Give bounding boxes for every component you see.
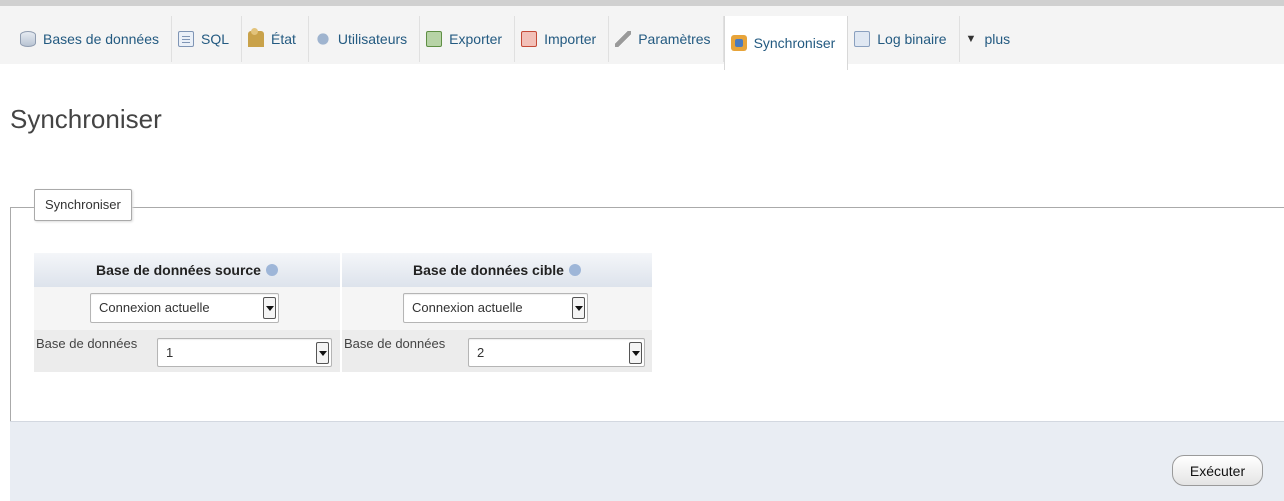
target-database-select[interactable]: 2 xyxy=(468,338,645,367)
help-icon[interactable] xyxy=(265,264,278,276)
source-connection-select[interactable]: Connexion actuelle xyxy=(90,293,279,323)
source-database-select[interactable]: 1 xyxy=(157,338,332,367)
chevron-down-icon[interactable] xyxy=(629,342,642,364)
target-header-label: Base de données cible xyxy=(413,262,564,278)
source-database-header: Base de données source xyxy=(34,253,342,287)
tab-more[interactable]: ▼ plus xyxy=(960,16,1023,62)
tab-export[interactable]: Exporter xyxy=(420,16,516,62)
status-icon xyxy=(248,28,264,47)
tab-settings[interactable]: Paramètres xyxy=(609,16,724,62)
triangle-down-icon: ▼ xyxy=(965,33,977,45)
tab-status[interactable]: État xyxy=(242,16,309,62)
tab-databases[interactable]: Bases de données xyxy=(14,16,172,62)
tab-users-label: Utilisateurs xyxy=(337,31,408,47)
tab-synchronize-label: Synchroniser xyxy=(753,35,836,51)
source-database-cell: Base de données 1 xyxy=(34,330,342,372)
target-database-cell: Base de données 2 xyxy=(342,330,654,372)
tab-more-label: plus xyxy=(984,31,1011,47)
target-database-value: 2 xyxy=(477,345,485,360)
users-icon xyxy=(317,33,329,45)
source-connection-value: Connexion actuelle xyxy=(99,300,210,315)
target-connection-select[interactable]: Connexion actuelle xyxy=(403,293,588,323)
help-icon[interactable] xyxy=(568,264,581,276)
chevron-down-icon[interactable] xyxy=(316,342,329,364)
wrench-icon xyxy=(615,31,632,47)
target-database-header: Base de données cible xyxy=(342,253,654,287)
source-header-label: Base de données source xyxy=(96,262,261,278)
sync-form-table: Base de données source Base de données c… xyxy=(34,253,654,372)
tab-status-label: État xyxy=(271,31,296,47)
tab-users[interactable]: Utilisateurs xyxy=(309,16,421,62)
chevron-down-icon[interactable] xyxy=(572,297,585,319)
form-actions-bar xyxy=(10,421,1284,501)
tab-binary-log-label: Log binaire xyxy=(877,31,947,47)
tab-export-label: Exporter xyxy=(449,31,503,47)
chevron-down-icon[interactable] xyxy=(263,297,276,319)
source-connection-cell: Connexion actuelle xyxy=(34,287,342,330)
tab-import-label: Importer xyxy=(544,31,597,47)
execute-button[interactable]: Exécuter xyxy=(1172,455,1263,486)
tab-databases-label: Bases de données xyxy=(43,31,159,47)
tab-synchronize[interactable]: Synchroniser xyxy=(723,16,849,70)
target-connection-cell: Connexion actuelle xyxy=(342,287,654,330)
import-icon xyxy=(521,31,538,47)
tab-import[interactable]: Importer xyxy=(515,16,610,62)
server-tabs: Bases de données SQL État Utilisateurs E… xyxy=(14,16,1022,70)
database-icon xyxy=(20,31,36,47)
top-navigation-bar: Bases de données SQL État Utilisateurs E… xyxy=(0,0,1284,70)
page-title: Synchroniser xyxy=(10,104,162,134)
source-database-value: 1 xyxy=(166,345,174,360)
sql-icon xyxy=(177,31,194,47)
tab-sql-label: SQL xyxy=(200,31,229,47)
tab-binary-log[interactable]: Log binaire xyxy=(848,16,960,62)
tab-sql[interactable]: SQL xyxy=(172,16,242,62)
target-connection-value: Connexion actuelle xyxy=(412,300,523,315)
target-database-label: Base de données xyxy=(344,336,446,351)
tab-settings-label: Paramètres xyxy=(638,31,711,47)
synchronize-icon xyxy=(730,35,747,51)
export-icon xyxy=(426,31,443,47)
fieldset-legend: Synchroniser xyxy=(34,189,132,221)
binary-log-icon xyxy=(854,31,871,47)
source-database-label: Base de données xyxy=(36,336,138,351)
